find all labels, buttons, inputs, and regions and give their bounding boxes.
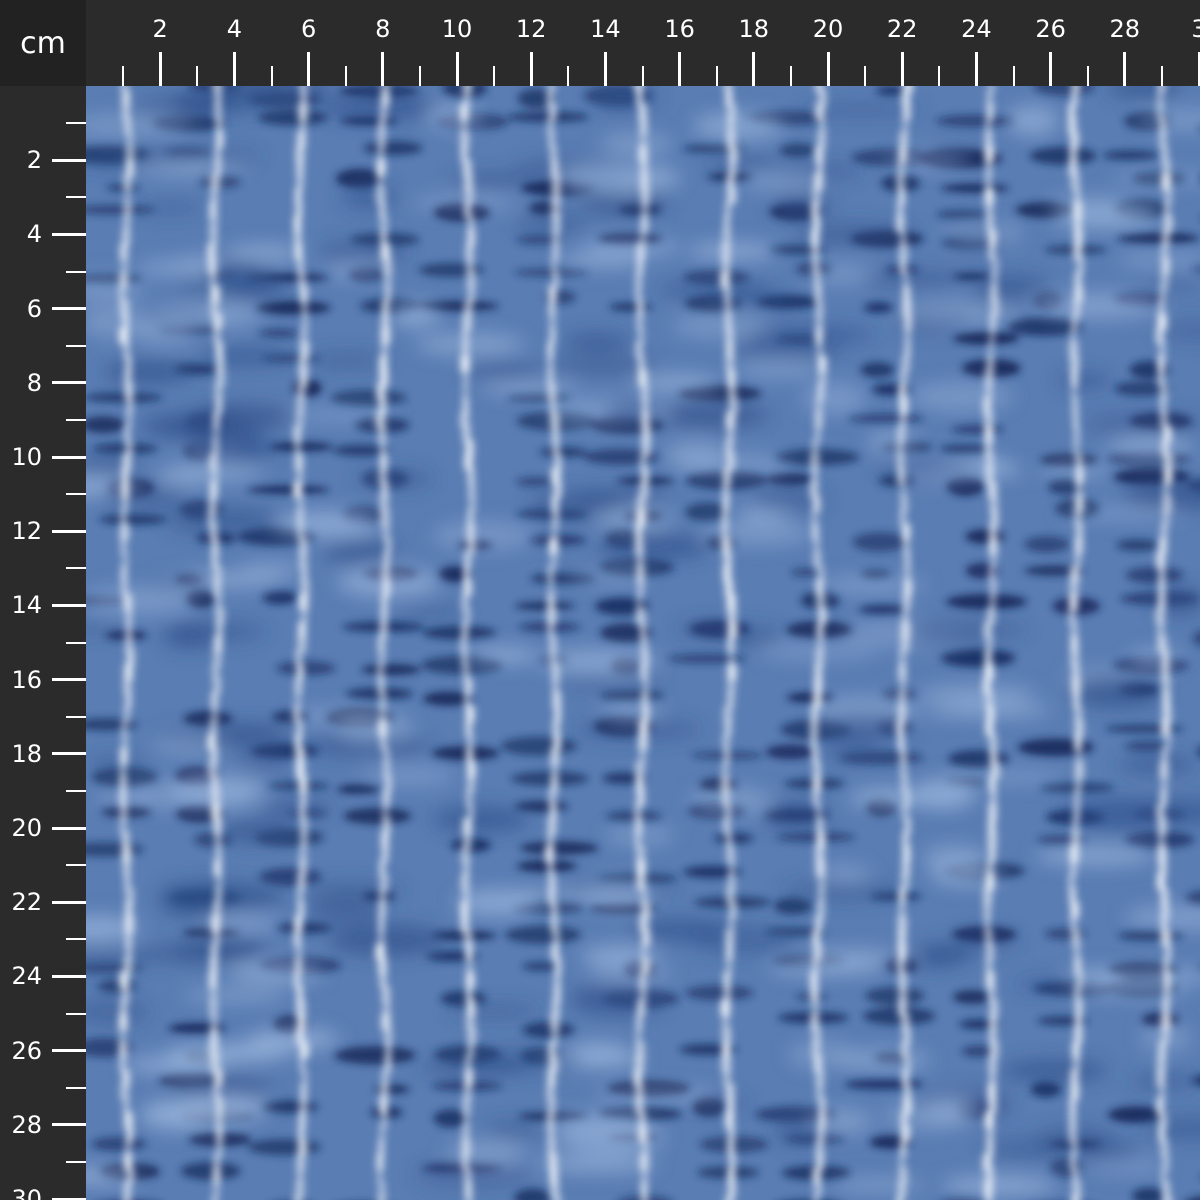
ruler-major-tick [974,52,978,86]
ruler-major-tick [52,603,86,607]
ruler-major-tick [1049,52,1053,86]
top-ruler-label: 8 [375,15,391,43]
left-ruler-label: 24 [11,962,42,991]
ruler-minor-tick [66,196,86,199]
ruler-major-tick [455,52,459,86]
ruler-major-tick [603,52,607,86]
top-ruler-label: 18 [738,15,770,43]
left-ruler-label: 8 [26,368,42,397]
ruler-minor-tick [66,789,86,792]
ruler-minor-tick [66,1160,86,1163]
ruler-minor-tick [66,344,86,347]
ruler-major-tick [381,52,385,86]
top-ruler-label: 26 [1035,15,1066,43]
top-ruler-label: 22 [886,15,918,43]
top-ruler-label: 14 [590,15,621,43]
top-ruler-label: 16 [664,15,695,43]
left-ruler-label: 20 [11,814,42,842]
ruler-minor-tick [1086,66,1089,86]
ruler-major-tick [678,52,682,86]
ruler-major-tick [52,752,86,756]
ruler-major-tick [52,678,86,682]
ruler-minor-tick [567,66,570,86]
top-ruler-label: 28 [1109,15,1141,43]
ruler-major-tick [826,52,830,86]
ruler-minor-tick [66,122,86,125]
top-ruler-label: 12 [515,15,547,43]
top-ruler-label: 10 [441,15,473,43]
ruler-minor-tick [864,66,867,86]
ruler-minor-tick [641,66,644,86]
ruler-minor-tick [66,715,86,718]
ruler-major-tick [52,529,86,533]
top-ruler-label: 4 [226,15,243,43]
unit-label: cm [0,0,86,86]
left-ruler-label: 26 [11,1036,42,1065]
left-ruler-label: 30 [11,1185,42,1200]
ruler-minor-tick [122,66,125,86]
ruler-minor-tick [344,66,347,86]
ruler-major-tick [1123,52,1127,86]
top-ruler-label: 2 [152,15,168,43]
ruler-minor-tick [938,66,941,86]
left-ruler-label: 16 [11,665,42,694]
left-ruler-label: 22 [11,888,42,917]
ruler-minor-tick [66,493,86,496]
left-ruler-label: 12 [11,517,42,546]
fabric-pattern [86,86,1200,1200]
ruler-major-tick [52,900,86,904]
ruler-major-tick [529,52,533,86]
left-ruler-label: 28 [11,1110,42,1139]
ruler-minor-tick [66,270,86,273]
ruler-minor-tick [493,66,496,86]
ruler-major-tick [158,52,162,86]
ruler-minor-tick [789,66,792,86]
ruler-minor-tick [66,418,86,421]
left-ruler-label: 4 [26,220,42,249]
top-ruler-label: 20 [812,15,844,43]
ruler-major-tick [307,52,311,86]
ruler-minor-tick [66,1086,86,1089]
left-ruler: 2 4 6 8 10 12 14 16 18 20 22 24 26 28 30 [0,86,86,1200]
left-ruler-label: 18 [11,739,42,768]
top-ruler: 2 4 6 8 10 12 14 16 18 20 22 24 26 28 3 [86,0,1200,86]
top-ruler-label: 6 [300,15,317,43]
ruler-major-tick [52,1049,86,1053]
left-ruler-label: 14 [11,591,42,620]
left-ruler-label: 10 [11,443,42,471]
ruler-minor-tick [66,641,86,644]
ruler-major-tick [752,52,756,86]
ruler-major-tick [52,158,86,162]
ruler-minor-tick [66,567,86,570]
ruler-major-tick [52,974,86,978]
ruler-minor-tick [715,66,718,86]
top-ruler-label: 24 [961,15,992,43]
ruler-major-tick [52,307,86,311]
ruler-minor-tick [1160,66,1163,86]
ruler-major-tick [52,455,86,459]
ruler-minor-tick [66,938,86,941]
ruler-major-tick [52,232,86,236]
ruler-minor-tick [1012,66,1015,86]
ruler-minor-tick [270,66,273,86]
ruler-minor-tick [66,1012,86,1015]
left-ruler-label: 2 [26,146,42,175]
ruler-major-tick [900,52,904,86]
ruler-major-tick [232,52,236,86]
ruler-major-tick [52,381,86,385]
left-ruler-label: 6 [26,294,42,323]
ruler-minor-tick [196,66,199,86]
ruler-minor-tick [418,66,421,86]
top-ruler-label: 3 [1191,15,1200,43]
ruler-minor-tick [66,864,86,867]
ruler-major-tick [52,826,86,830]
fabric-swatch-image [86,86,1200,1200]
ruler-major-tick [52,1123,86,1127]
